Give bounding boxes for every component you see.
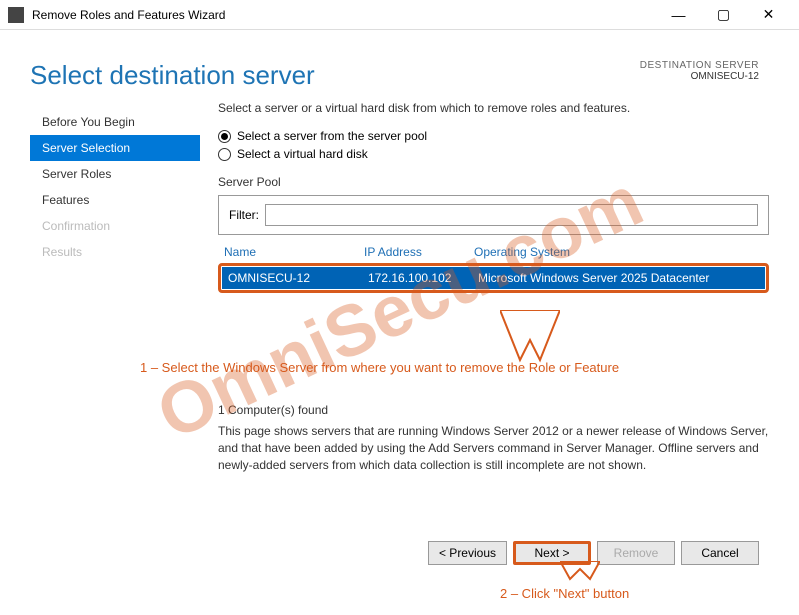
sidebar-item-confirmation: Confirmation: [30, 213, 200, 239]
content-area: Select a server or a virtual hard disk f…: [200, 101, 769, 473]
titlebar: Remove Roles and Features Wizard — ▢ ✕: [0, 0, 799, 30]
cancel-button[interactable]: Cancel: [681, 541, 759, 565]
table-row[interactable]: OMNISECU-12 172.16.100.102 Microsoft Win…: [222, 267, 765, 289]
annotation-2: 2 – Click "Next" button: [500, 586, 629, 601]
radio-label: Select a virtual hard disk: [237, 147, 368, 161]
sidebar-item-server-selection[interactable]: Server Selection: [30, 135, 200, 161]
radio-server-pool[interactable]: Select a server from the server pool: [218, 129, 769, 143]
wizard-sidebar: Before You Begin Server Selection Server…: [30, 101, 200, 473]
minimize-button[interactable]: —: [656, 1, 701, 29]
destination-info: DESTINATION SERVER OMNISECU-12: [640, 60, 759, 82]
sidebar-item-server-roles[interactable]: Server Roles: [30, 161, 200, 187]
maximize-button[interactable]: ▢: [701, 1, 746, 29]
destination-label: DESTINATION SERVER: [640, 60, 759, 71]
annotation-1: 1 – Select the Windows Server from where…: [140, 360, 779, 375]
radio-label: Select a server from the server pool: [237, 129, 427, 143]
radio-icon: [218, 148, 231, 161]
callout-arrow-icon: [500, 310, 560, 365]
col-header-os[interactable]: Operating System: [474, 245, 763, 259]
found-count: 1 Computer(s) found: [218, 403, 769, 417]
sidebar-item-features[interactable]: Features: [30, 187, 200, 213]
close-button[interactable]: ✕: [746, 1, 791, 29]
sidebar-item-results: Results: [30, 239, 200, 265]
filter-container: Filter:: [218, 195, 769, 235]
server-pool-label: Server Pool: [218, 175, 769, 189]
radio-icon: [218, 130, 231, 143]
cell-name: OMNISECU-12: [228, 271, 368, 285]
filter-label: Filter:: [229, 208, 259, 222]
filter-input[interactable]: [265, 204, 758, 226]
header: Select destination server DESTINATION SE…: [0, 30, 799, 101]
page-title: Select destination server: [30, 60, 315, 91]
destination-value: OMNISECU-12: [640, 71, 759, 82]
remove-button: Remove: [597, 541, 675, 565]
col-header-ip[interactable]: IP Address: [364, 245, 474, 259]
selected-row-highlight: OMNISECU-12 172.16.100.102 Microsoft Win…: [218, 263, 769, 293]
intro-text: Select a server or a virtual hard disk f…: [218, 101, 769, 115]
cell-ip: 172.16.100.102: [368, 271, 478, 285]
callout-arrow-icon: [560, 561, 600, 581]
cell-os: Microsoft Windows Server 2025 Datacenter: [478, 271, 759, 285]
sidebar-item-before-you-begin[interactable]: Before You Begin: [30, 109, 200, 135]
col-header-name[interactable]: Name: [224, 245, 364, 259]
previous-button[interactable]: < Previous: [428, 541, 507, 565]
description-text: This page shows servers that are running…: [218, 423, 769, 473]
table-header: Name IP Address Operating System: [218, 241, 769, 263]
radio-virtual-disk[interactable]: Select a virtual hard disk: [218, 147, 769, 161]
app-icon: [8, 7, 24, 23]
window-title: Remove Roles and Features Wizard: [32, 8, 656, 22]
